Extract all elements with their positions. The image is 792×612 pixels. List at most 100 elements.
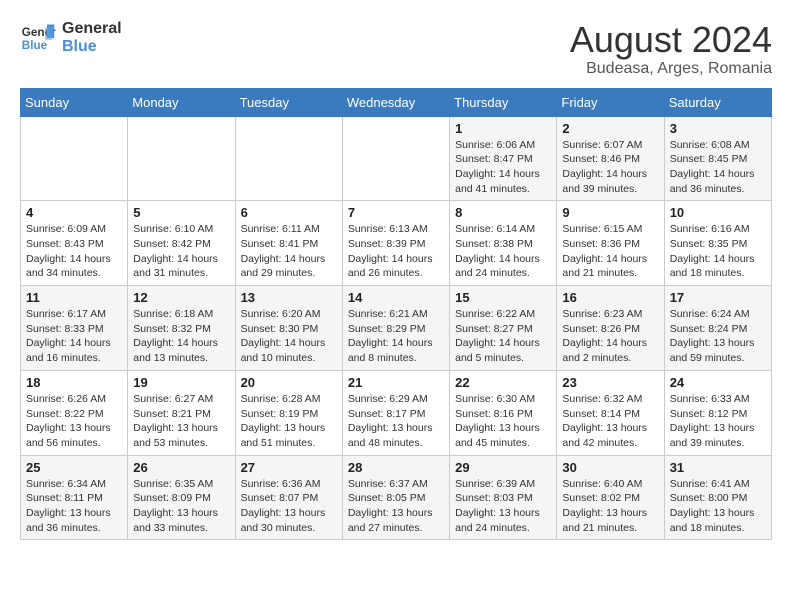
logo-icon: General Blue (20, 20, 56, 56)
calendar-day-cell (128, 116, 235, 201)
day-number: 31 (670, 460, 766, 475)
day-info: Sunrise: 6:17 AMSunset: 8:33 PMDaylight:… (26, 307, 122, 366)
calendar-day-cell: 15 Sunrise: 6:22 AMSunset: 8:27 PMDayligh… (450, 286, 557, 371)
calendar-day-cell: 8 Sunrise: 6:14 AMSunset: 8:38 PMDaylight… (450, 201, 557, 286)
day-number: 9 (562, 205, 658, 220)
day-info: Sunrise: 6:07 AMSunset: 8:46 PMDaylight:… (562, 138, 658, 197)
calendar-day-cell: 3 Sunrise: 6:08 AMSunset: 8:45 PMDaylight… (664, 116, 771, 201)
calendar-day-cell: 6 Sunrise: 6:11 AMSunset: 8:41 PMDaylight… (235, 201, 342, 286)
calendar-day-cell: 4Sunrise: 6:09 AMSunset: 8:43 PMDaylight… (21, 201, 128, 286)
day-number: 19 (133, 375, 229, 390)
day-info: Sunrise: 6:37 AMSunset: 8:05 PMDaylight:… (348, 477, 444, 536)
day-number: 30 (562, 460, 658, 475)
day-number: 5 (133, 205, 229, 220)
day-of-week-header: Tuesday (235, 88, 342, 116)
calendar-day-cell: 24 Sunrise: 6:33 AMSunset: 8:12 PMDayligh… (664, 370, 771, 455)
calendar-week-row: 4Sunrise: 6:09 AMSunset: 8:43 PMDaylight… (21, 201, 772, 286)
title-block: August 2024 Budeasa, Arges, Romania (570, 20, 772, 78)
day-number: 29 (455, 460, 551, 475)
day-number: 3 (670, 121, 766, 136)
day-info: Sunrise: 6:23 AMSunset: 8:26 PMDaylight:… (562, 307, 658, 366)
day-info: Sunrise: 6:10 AMSunset: 8:42 PMDaylight:… (133, 222, 229, 281)
day-number: 22 (455, 375, 551, 390)
day-info: Sunrise: 6:13 AMSunset: 8:39 PMDaylight:… (348, 222, 444, 281)
calendar-day-cell: 16 Sunrise: 6:23 AMSunset: 8:26 PMDayligh… (557, 286, 664, 371)
calendar-day-cell: 9 Sunrise: 6:15 AMSunset: 8:36 PMDaylight… (557, 201, 664, 286)
calendar-day-cell: 2 Sunrise: 6:07 AMSunset: 8:46 PMDaylight… (557, 116, 664, 201)
calendar-table: SundayMondayTuesdayWednesdayThursdayFrid… (20, 88, 772, 541)
calendar-day-cell: 21 Sunrise: 6:29 AMSunset: 8:17 PMDayligh… (342, 370, 449, 455)
calendar-day-cell (235, 116, 342, 201)
calendar-day-cell: 31Sunrise: 6:41 AMSunset: 8:00 PMDayligh… (664, 455, 771, 540)
calendar-day-cell: 27 Sunrise: 6:36 AMSunset: 8:07 PMDayligh… (235, 455, 342, 540)
calendar-body: 1 Sunrise: 6:06 AMSunset: 8:47 PMDaylight… (21, 116, 772, 540)
day-info: Sunrise: 6:14 AMSunset: 8:38 PMDaylight:… (455, 222, 551, 281)
day-info: Sunrise: 6:22 AMSunset: 8:27 PMDaylight:… (455, 307, 551, 366)
day-info: Sunrise: 6:29 AMSunset: 8:17 PMDaylight:… (348, 392, 444, 451)
day-info: Sunrise: 6:36 AMSunset: 8:07 PMDaylight:… (241, 477, 337, 536)
calendar-day-cell: 18Sunrise: 6:26 AMSunset: 8:22 PMDayligh… (21, 370, 128, 455)
day-info: Sunrise: 6:33 AMSunset: 8:12 PMDaylight:… (670, 392, 766, 451)
day-number: 10 (670, 205, 766, 220)
day-info: Sunrise: 6:30 AMSunset: 8:16 PMDaylight:… (455, 392, 551, 451)
calendar-week-row: 11Sunrise: 6:17 AMSunset: 8:33 PMDayligh… (21, 286, 772, 371)
day-number: 24 (670, 375, 766, 390)
day-info: Sunrise: 6:28 AMSunset: 8:19 PMDaylight:… (241, 392, 337, 451)
day-info: Sunrise: 6:08 AMSunset: 8:45 PMDaylight:… (670, 138, 766, 197)
day-info: Sunrise: 6:40 AMSunset: 8:02 PMDaylight:… (562, 477, 658, 536)
calendar-day-cell: 17Sunrise: 6:24 AMSunset: 8:24 PMDayligh… (664, 286, 771, 371)
day-info: Sunrise: 6:27 AMSunset: 8:21 PMDaylight:… (133, 392, 229, 451)
svg-text:Blue: Blue (22, 39, 48, 52)
day-of-week-header: Saturday (664, 88, 771, 116)
day-info: Sunrise: 6:15 AMSunset: 8:36 PMDaylight:… (562, 222, 658, 281)
day-of-week-header: Thursday (450, 88, 557, 116)
day-number: 27 (241, 460, 337, 475)
calendar-title: August 2024 (570, 20, 772, 60)
calendar-day-cell: 14 Sunrise: 6:21 AMSunset: 8:29 PMDayligh… (342, 286, 449, 371)
day-number: 13 (241, 290, 337, 305)
day-number: 8 (455, 205, 551, 220)
day-number: 16 (562, 290, 658, 305)
day-number: 14 (348, 290, 444, 305)
day-number: 21 (348, 375, 444, 390)
day-info: Sunrise: 6:06 AMSunset: 8:47 PMDaylight:… (455, 138, 551, 197)
day-number: 15 (455, 290, 551, 305)
day-of-week-header: Monday (128, 88, 235, 116)
page-header: General Blue GeneralBlue August 2024 Bud… (20, 20, 772, 78)
day-info: Sunrise: 6:11 AMSunset: 8:41 PMDaylight:… (241, 222, 337, 281)
calendar-day-cell: 23 Sunrise: 6:32 AMSunset: 8:14 PMDayligh… (557, 370, 664, 455)
calendar-day-cell (21, 116, 128, 201)
calendar-day-cell: 25Sunrise: 6:34 AMSunset: 8:11 PMDayligh… (21, 455, 128, 540)
calendar-week-row: 25Sunrise: 6:34 AMSunset: 8:11 PMDayligh… (21, 455, 772, 540)
calendar-day-cell: 30 Sunrise: 6:40 AMSunset: 8:02 PMDayligh… (557, 455, 664, 540)
day-of-week-header: Sunday (21, 88, 128, 116)
day-number: 2 (562, 121, 658, 136)
calendar-week-row: 1 Sunrise: 6:06 AMSunset: 8:47 PMDaylight… (21, 116, 772, 201)
day-info: Sunrise: 6:39 AMSunset: 8:03 PMDaylight:… (455, 477, 551, 536)
calendar-week-row: 18Sunrise: 6:26 AMSunset: 8:22 PMDayligh… (21, 370, 772, 455)
day-number: 25 (26, 460, 122, 475)
day-info: Sunrise: 6:16 AMSunset: 8:35 PMDaylight:… (670, 222, 766, 281)
calendar-day-cell: 29 Sunrise: 6:39 AMSunset: 8:03 PMDayligh… (450, 455, 557, 540)
calendar-subtitle: Budeasa, Arges, Romania (570, 60, 772, 78)
day-info: Sunrise: 6:21 AMSunset: 8:29 PMDaylight:… (348, 307, 444, 366)
day-info: Sunrise: 6:32 AMSunset: 8:14 PMDaylight:… (562, 392, 658, 451)
day-number: 23 (562, 375, 658, 390)
calendar-day-cell (342, 116, 449, 201)
day-number: 28 (348, 460, 444, 475)
calendar-day-cell: 5 Sunrise: 6:10 AMSunset: 8:42 PMDaylight… (128, 201, 235, 286)
calendar-header: SundayMondayTuesdayWednesdayThursdayFrid… (21, 88, 772, 116)
day-of-week-header: Wednesday (342, 88, 449, 116)
logo-text: GeneralBlue (62, 20, 122, 56)
day-number: 6 (241, 205, 337, 220)
day-number: 1 (455, 121, 551, 136)
calendar-day-cell: 7 Sunrise: 6:13 AMSunset: 8:39 PMDaylight… (342, 201, 449, 286)
day-info: Sunrise: 6:26 AMSunset: 8:22 PMDaylight:… (26, 392, 122, 451)
calendar-day-cell: 10 Sunrise: 6:16 AMSunset: 8:35 PMDayligh… (664, 201, 771, 286)
calendar-day-cell: 22 Sunrise: 6:30 AMSunset: 8:16 PMDayligh… (450, 370, 557, 455)
day-number: 20 (241, 375, 337, 390)
calendar-day-cell: 11Sunrise: 6:17 AMSunset: 8:33 PMDayligh… (21, 286, 128, 371)
logo: General Blue GeneralBlue (20, 20, 122, 56)
day-number: 7 (348, 205, 444, 220)
day-of-week-header: Friday (557, 88, 664, 116)
